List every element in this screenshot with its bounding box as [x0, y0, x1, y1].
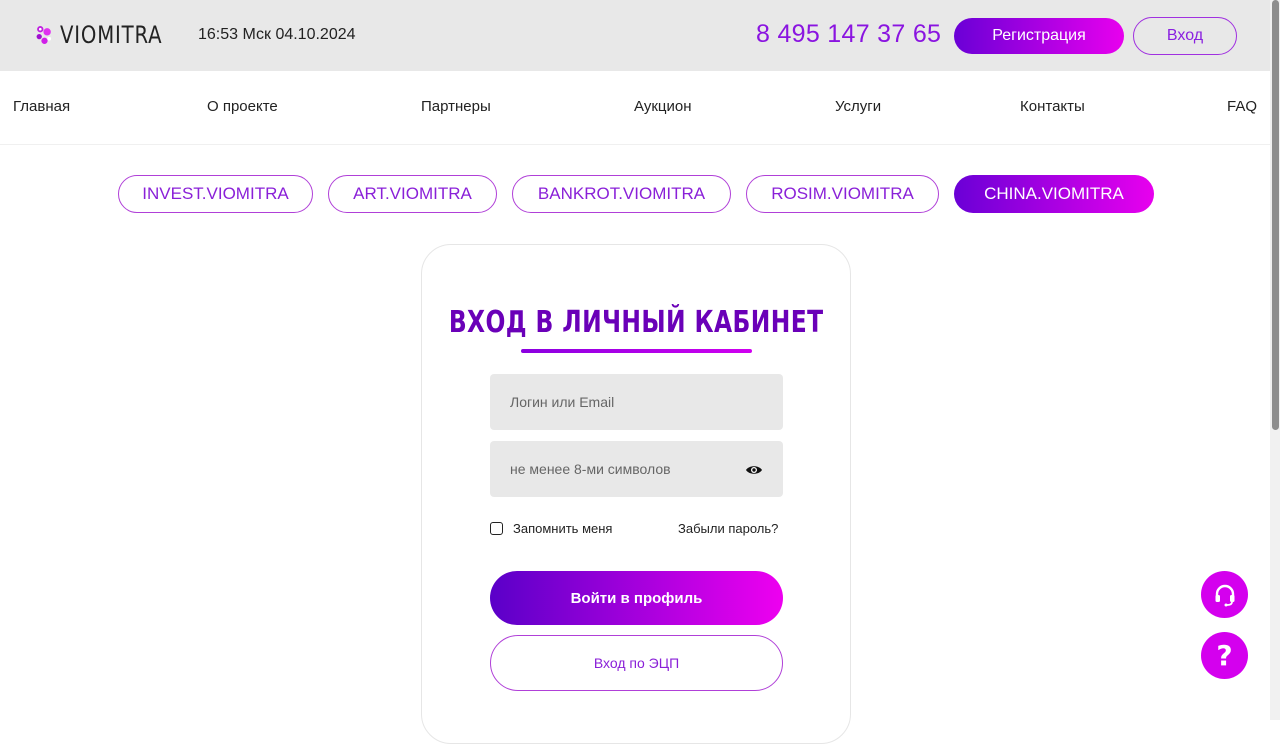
logo[interactable]: VIOMITRA: [35, 16, 185, 54]
support-button[interactable]: [1201, 571, 1248, 618]
remember-label: Запомнить меня: [513, 521, 613, 536]
remember-me[interactable]: Запомнить меня: [490, 521, 612, 536]
top-bar: VIOMITRA 16:53 Мск 04.10.2024 8 495 147 …: [0, 0, 1270, 71]
register-button[interactable]: Регистрация: [954, 18, 1124, 54]
login-button[interactable]: Вход: [1133, 17, 1237, 55]
remember-checkbox[interactable]: [490, 522, 503, 535]
nav-item-auction[interactable]: Аукцион: [634, 98, 692, 115]
nav-item-services[interactable]: Услуги: [835, 98, 881, 115]
submit-button[interactable]: Войти в профиль: [490, 571, 783, 625]
nav-item-about[interactable]: О проекте: [207, 98, 278, 115]
logo-text: VIOMITRA: [60, 21, 163, 49]
nav-item-faq[interactable]: FAQ: [1227, 98, 1257, 115]
eye-icon[interactable]: [745, 463, 763, 477]
login-input[interactable]: [490, 374, 783, 430]
headset-icon: [1215, 584, 1234, 606]
ecp-login-button[interactable]: Вход по ЭЦП: [490, 635, 783, 691]
tab-art[interactable]: ART.VIOMITRA: [328, 175, 497, 213]
datetime: 16:53 Мск 04.10.2024: [198, 26, 356, 43]
nav-item-contacts[interactable]: Контакты: [1020, 98, 1085, 115]
main-nav: Главная О проекте Партнеры Аукцион Услуг…: [0, 71, 1270, 145]
tab-rosim[interactable]: ROSIM.VIOMITRA: [746, 175, 939, 213]
logo-icon: [36, 26, 52, 44]
title-underline: [521, 349, 752, 353]
phone-number[interactable]: 8 495 147 37 65: [756, 20, 941, 49]
forgot-password-link[interactable]: Забыли пароль?: [678, 521, 778, 536]
scrollbar-thumb[interactable]: [1272, 0, 1279, 430]
nav-item-partners[interactable]: Партнеры: [421, 98, 491, 115]
password-input[interactable]: [490, 441, 783, 497]
platform-tabs: INVEST.VIOMITRA ART.VIOMITRA BANKROT.VIO…: [0, 175, 1270, 215]
tab-china[interactable]: CHINA.VIOMITRA: [954, 175, 1154, 213]
login-title-text: ВХОД В ЛИЧНЫЙ КАБИНЕТ: [448, 305, 824, 340]
login-title: ВХОД В ЛИЧНЫЙ КАБИНЕТ: [0, 305, 1272, 340]
tab-bankrot[interactable]: BANKROT.VIOMITRA: [512, 175, 731, 213]
help-button[interactable]: ?: [1201, 632, 1248, 679]
nav-item-home[interactable]: Главная: [13, 98, 70, 115]
tab-invest[interactable]: INVEST.VIOMITRA: [118, 175, 313, 213]
